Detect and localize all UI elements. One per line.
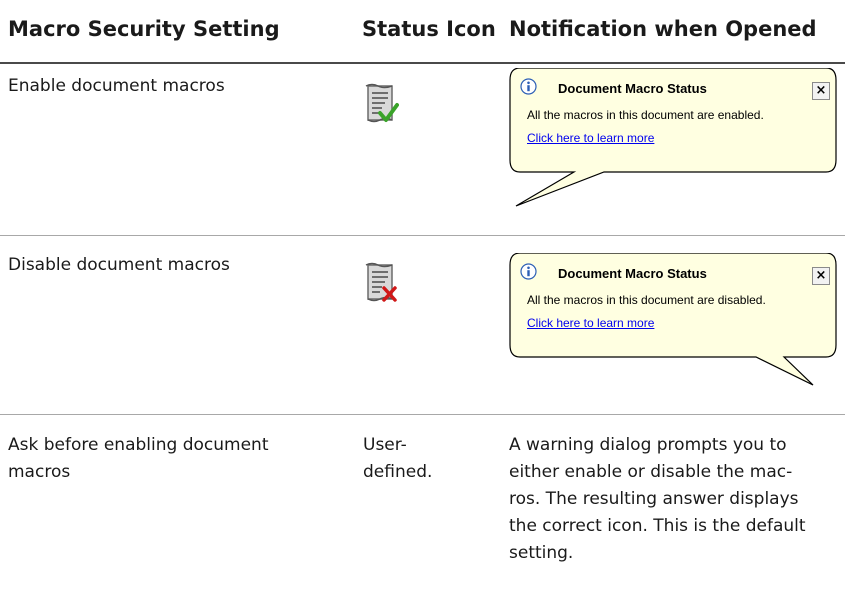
description-line: setting. [509, 543, 574, 563]
close-button[interactable]: × [812, 82, 830, 100]
learn-more-link[interactable]: Click here to learn more [527, 131, 654, 145]
row-divider [0, 235, 845, 236]
setting-line: macros [8, 462, 71, 482]
notification-balloon-disabled: Document Macro Status × All the macros i… [508, 253, 838, 413]
info-icon [520, 263, 537, 280]
status-user-defined: User- defined. [363, 432, 432, 486]
balloon-message: All the macros in this document are disa… [527, 293, 766, 307]
notification-description: A warning dialog prompts you to either e… [509, 432, 839, 567]
learn-more-link[interactable]: Click here to learn more [527, 316, 654, 330]
row-divider [0, 414, 845, 415]
close-button[interactable]: × [812, 267, 830, 285]
balloon-message: All the macros in this document are enab… [527, 108, 764, 122]
header-macro-security-setting: Macro Security Setting [8, 17, 280, 41]
setting-ask-before-enabling: Ask before enabling document macros [8, 432, 268, 486]
notification-balloon-enabled: Document Macro Status × All the macros i… [508, 68, 838, 228]
setting-disable-macros: Disable document macros [8, 255, 230, 275]
status-line: User- [363, 435, 407, 455]
balloon-title: Document Macro Status [558, 266, 707, 281]
table-header: Macro Security Setting Status Icon Notif… [0, 0, 845, 64]
balloon-title: Document Macro Status [558, 81, 707, 96]
setting-enable-macros: Enable document macros [8, 76, 225, 96]
description-line: either enable or disable the mac- [509, 462, 793, 482]
header-notification: Notification when Opened [509, 17, 817, 41]
info-icon [520, 78, 537, 95]
status-line: defined. [363, 462, 433, 482]
setting-line: Ask before enabling document [8, 435, 269, 455]
macro-scroll-checkmark-icon [365, 83, 399, 123]
macro-scroll-red-x-icon [365, 262, 397, 302]
description-line: ros. The resulting answer displays [509, 489, 799, 509]
header-status-icon: Status Icon [362, 17, 496, 41]
description-line: the correct icon. This is the default [509, 516, 806, 536]
description-line: A warning dialog prompts you to [509, 435, 787, 455]
